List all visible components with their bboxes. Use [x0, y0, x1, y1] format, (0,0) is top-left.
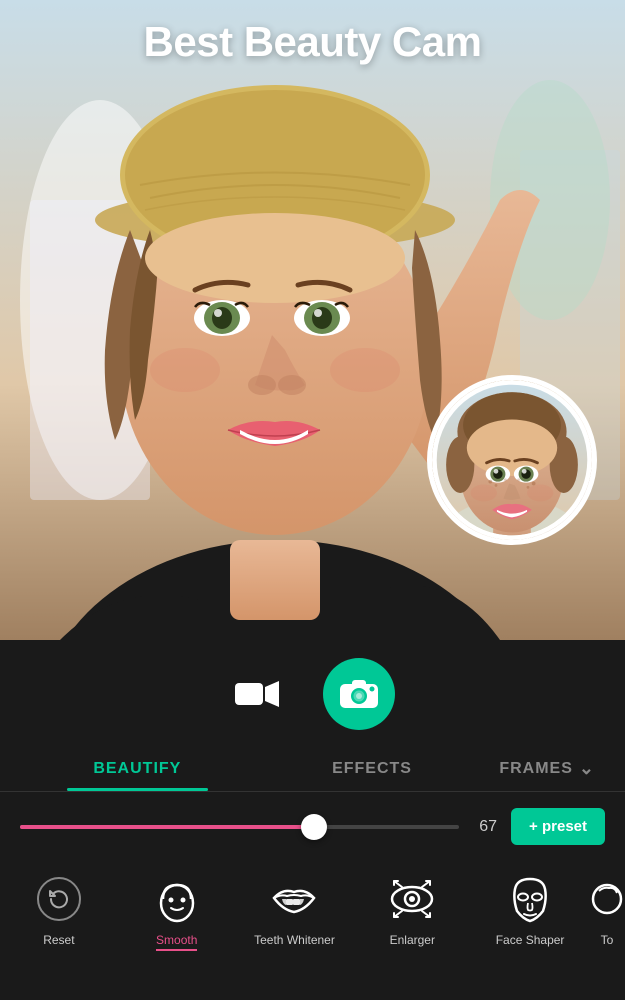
photo-button[interactable] — [323, 658, 395, 730]
tab-frames[interactable]: FRAMES ⌄ — [489, 748, 605, 791]
tools-row: Reset Smooth — [0, 859, 625, 959]
frames-label: FRAMES — [499, 760, 573, 778]
reset-label: Reset — [43, 933, 74, 947]
photo-area: Best Beauty Cam — [0, 0, 625, 640]
tool-reset[interactable]: Reset — [0, 869, 118, 955]
face-shaper-icon — [504, 873, 556, 925]
face-shaper-label: Face Shaper — [496, 933, 565, 947]
tone-icon — [589, 873, 625, 925]
inset-photo — [427, 375, 597, 545]
control-panel: BEAUTIFY EFFECTS FRAMES ⌄ 67 + preset — [0, 640, 625, 1000]
inset-photo-illustration — [432, 380, 592, 540]
tool-face-shaper[interactable]: Face Shaper — [471, 869, 589, 955]
slider-row: 67 + preset — [0, 792, 625, 859]
smooth-icon — [151, 873, 203, 925]
app-container: Best Beauty Cam — [0, 0, 625, 1000]
tool-smooth[interactable]: Smooth — [118, 869, 236, 959]
enlarger-label: Enlarger — [390, 933, 435, 947]
tone-label: To — [601, 933, 614, 947]
slider-thumb[interactable] — [301, 814, 327, 840]
slider-value: 67 — [473, 818, 497, 836]
main-photo-illustration — [0, 0, 625, 640]
reset-icon — [33, 873, 85, 925]
tabs-row: BEAUTIFY EFFECTS FRAMES ⌄ — [0, 744, 625, 792]
dropdown-arrow-icon: ⌄ — [579, 758, 595, 779]
smooth-label: Smooth — [156, 933, 197, 951]
camera-controls-row — [0, 640, 625, 744]
tab-effects[interactable]: EFFECTS — [255, 750, 490, 790]
video-button[interactable] — [231, 668, 283, 720]
tool-enlarger[interactable]: Enlarger — [353, 869, 471, 955]
tool-tone[interactable]: To — [589, 869, 625, 955]
tool-teeth-whitener[interactable]: Teeth Whitener — [236, 869, 354, 955]
app-title: Best Beauty Cam — [0, 18, 625, 66]
tab-beautify[interactable]: BEAUTIFY — [20, 750, 255, 790]
slider-fill — [20, 825, 314, 829]
teeth-whitener-icon — [268, 873, 320, 925]
slider-track[interactable] — [20, 825, 459, 829]
teeth-whitener-label: Teeth Whitener — [254, 933, 335, 947]
preset-button[interactable]: + preset — [511, 808, 605, 845]
enlarger-icon — [386, 873, 438, 925]
